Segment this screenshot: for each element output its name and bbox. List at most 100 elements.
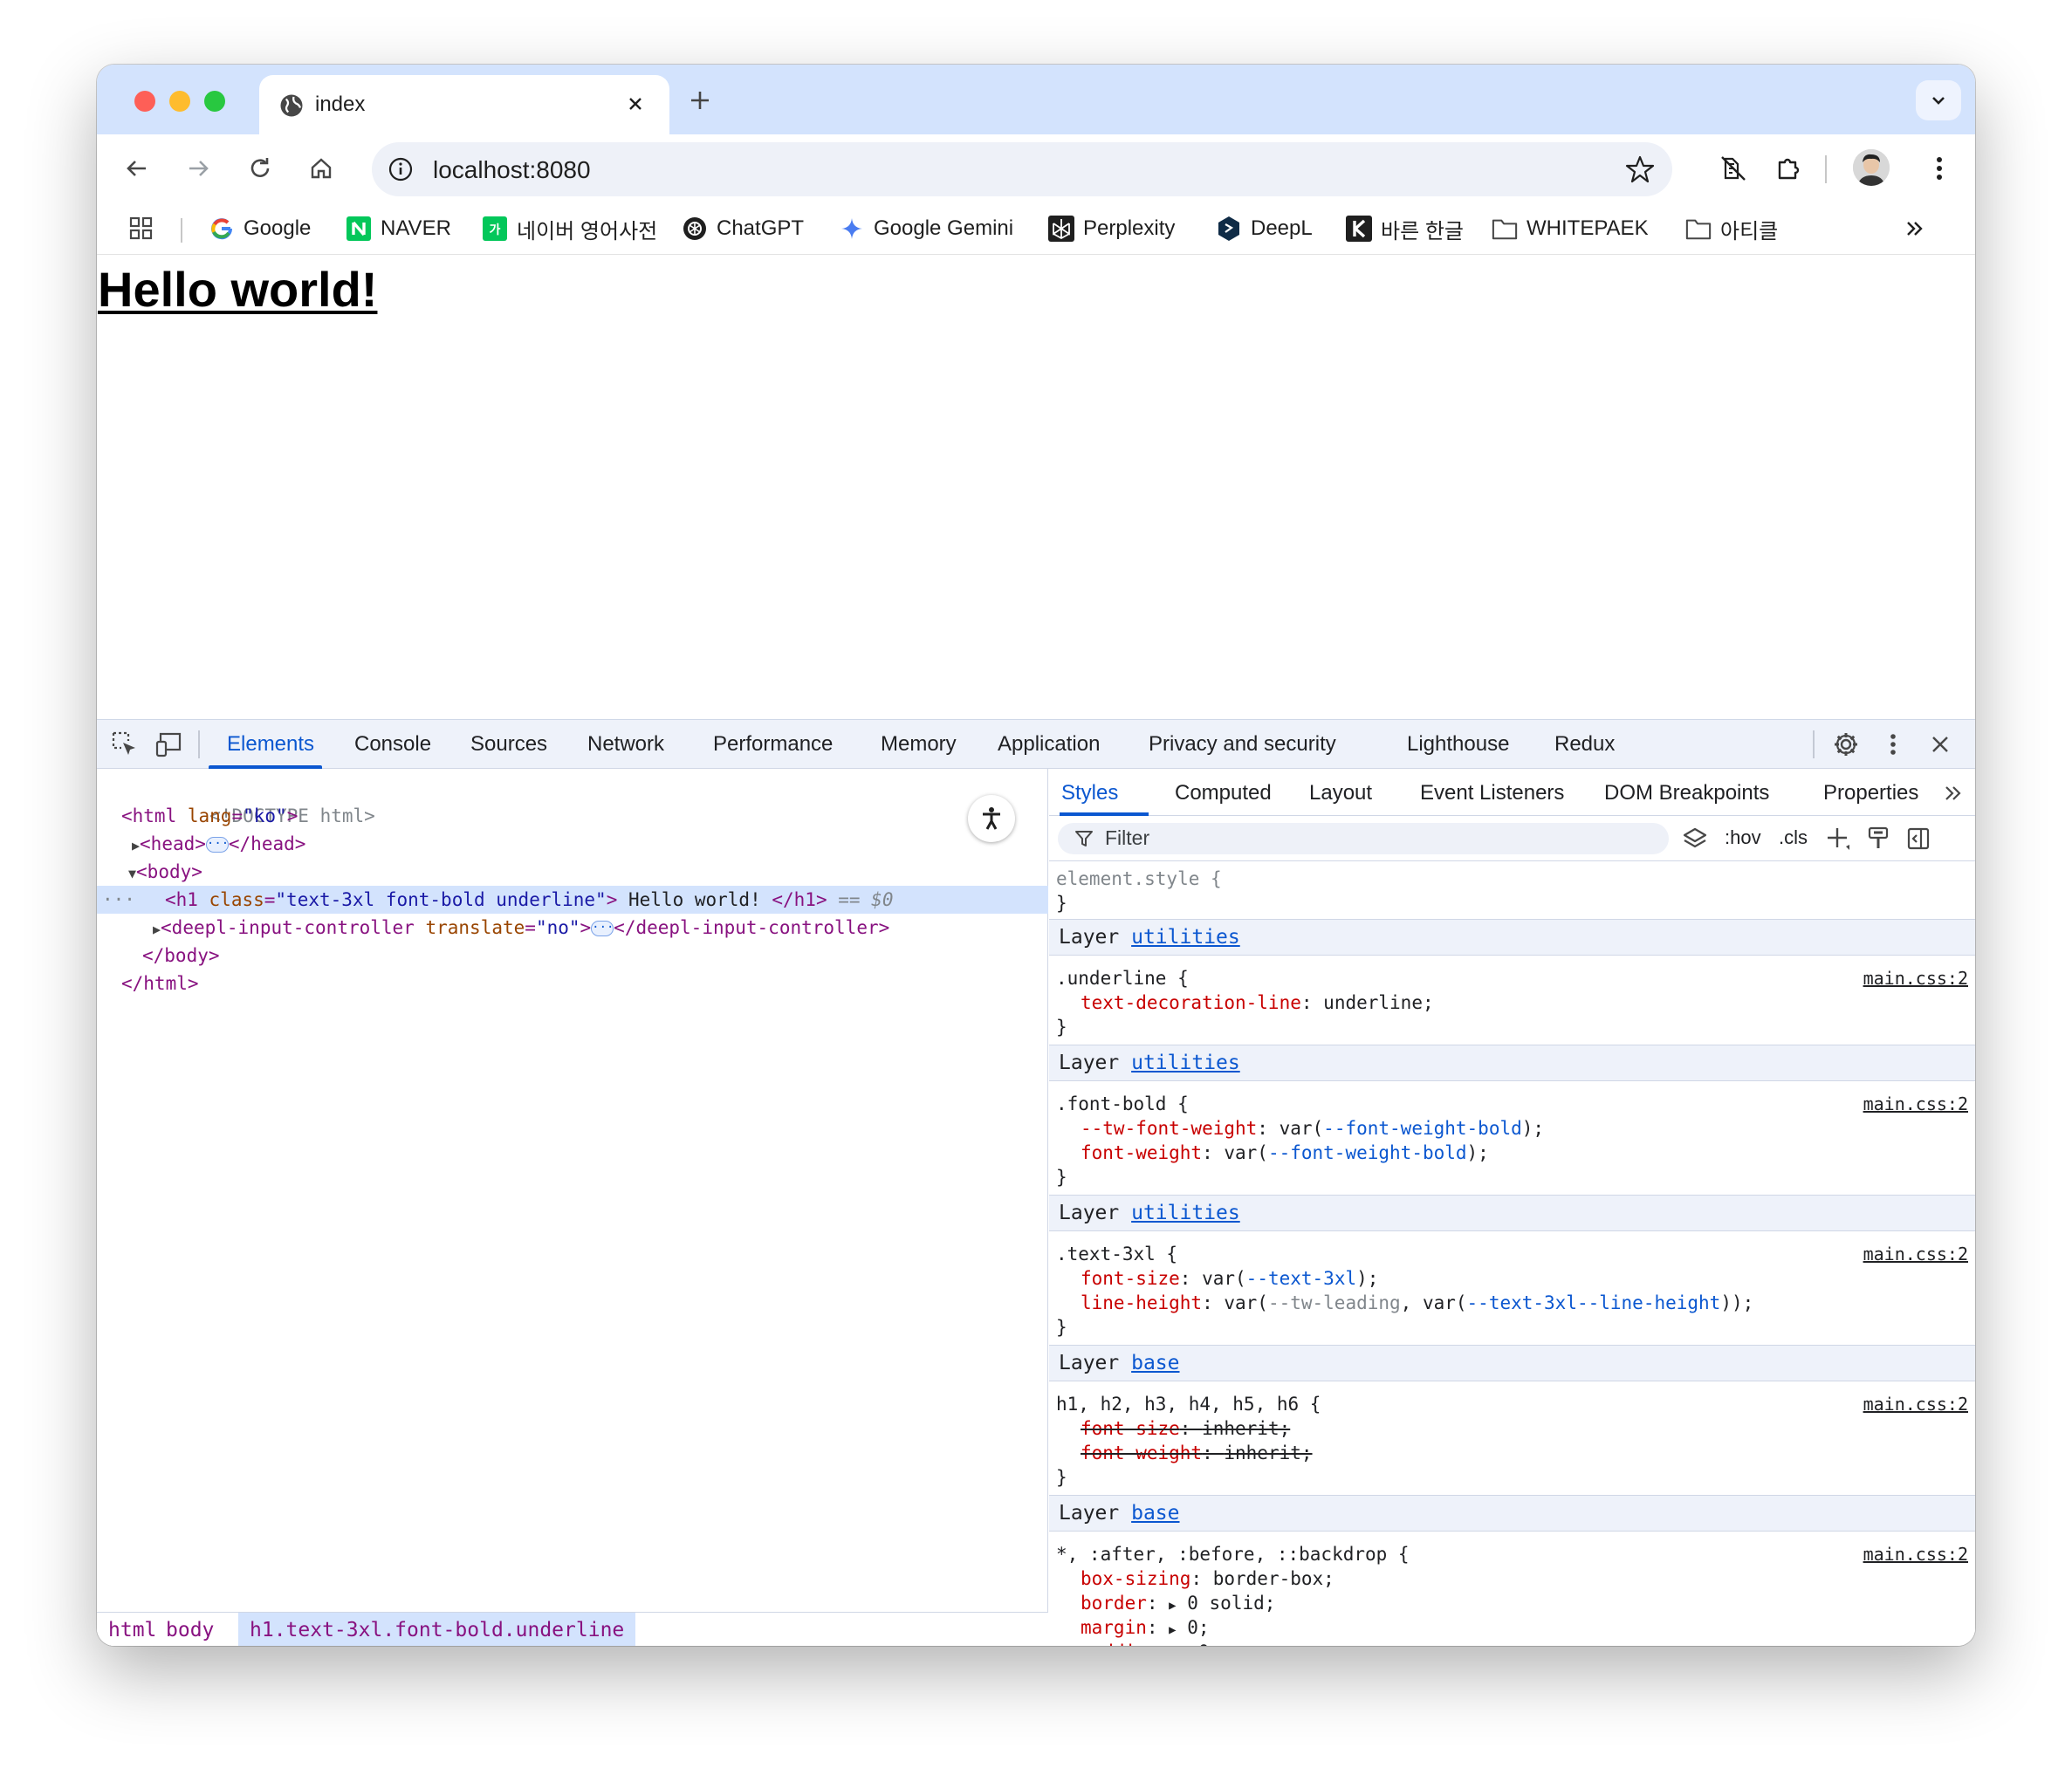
tab-computed[interactable]: Computed [1175,781,1272,805]
css-declaration-overridden[interactable]: font-weight: inherit; [1049,1439,1975,1463]
toggle-sidebar-button[interactable] [1903,823,1934,854]
element-style-selector[interactable]: element.style { [1049,865,1975,889]
css-variable[interactable]: --text-3xl--line-height [1467,1292,1721,1313]
tab-search-button[interactable] [1916,80,1961,120]
styles-filter-input[interactable]: Filter [1058,823,1669,854]
class-toggle[interactable]: .cls [1779,826,1808,849]
window-close-button[interactable] [134,91,155,112]
new-style-rule-button[interactable] [1822,823,1854,854]
star-icon[interactable] [1623,153,1657,186]
css-declaration[interactable]: --tw-font-weight: var(--font-weight-bold… [1049,1114,1975,1139]
expand-triangle-icon[interactable]: ▶ [153,922,161,937]
rule-selector[interactable]: h1, h2, h3, h4, h5, h6 {main.css:2 [1049,1390,1975,1415]
bookmark-naver[interactable]: NAVER [346,211,451,246]
tab-dom-breakpoints[interactable]: DOM Breakpoints [1604,781,1769,805]
dom-node-body[interactable]: ▼<body> [97,858,1048,886]
reload-button[interactable] [240,148,280,188]
accessibility-tree-toggle[interactable] [968,795,1015,842]
css-variable[interactable]: --font-weight-bold [1323,1118,1522,1139]
browser-menu-button[interactable] [1919,148,1959,188]
breadcrumb-body[interactable]: body [154,1613,225,1646]
tab-sources[interactable]: Sources [470,732,547,757]
address-bar[interactable]: localhost:8080 [372,142,1672,196]
css-declaration-overridden[interactable]: font-size: inherit; [1049,1415,1975,1439]
apps-button[interactable] [128,211,154,246]
dom-node-doctype[interactable]: <!DOCTYPE html> [97,774,1048,826]
bookmark-perplexity[interactable]: Perplexity [1048,211,1175,246]
collapsed-children-button[interactable]: ··· [591,921,614,936]
expand-shorthand-icon[interactable]: ▶ [1169,1599,1176,1613]
rule-selector[interactable]: .underline {main.css:2 [1049,964,1975,989]
css-declaration[interactable]: text-decoration-line: underline; [1049,989,1975,1013]
tab-properties[interactable]: Properties [1823,781,1918,805]
tab-application[interactable]: Application [998,732,1100,757]
forward-button[interactable] [179,148,219,188]
new-tab-button[interactable] [683,84,717,117]
collapsed-children-button[interactable]: ··· [205,837,229,853]
layer-link[interactable]: utilities [1131,926,1240,949]
tab-lighthouse[interactable]: Lighthouse [1407,732,1509,757]
rule-selector[interactable]: *, :after, :before, ::backdrop {main.css… [1049,1540,1975,1565]
breadcrumb-h1[interactable]: h1.text-3xl.font-bold.underline [238,1613,636,1646]
layer-link[interactable]: base [1131,1352,1179,1374]
dom-node-head[interactable]: ▶<head>···</head> [97,830,1048,858]
tab-performance[interactable]: Performance [713,732,833,757]
dom-node-body-close[interactable]: </body> [97,942,1048,970]
double-chevron-right-icon[interactable] [1943,783,1964,804]
dom-node-deepl-input-controller[interactable]: ▶<deepl-input-controller translate="no">… [97,914,1048,942]
layer-link[interactable]: utilities [1131,1202,1240,1224]
info-icon[interactable] [386,154,415,184]
tab-elements[interactable]: Elements [227,732,314,757]
tab-redux[interactable]: Redux [1554,732,1615,757]
avatar[interactable] [1853,149,1890,186]
dom-node-h1-selected[interactable]: ··· <h1 class="text-3xl font-bold underli… [97,886,1048,914]
rule-selector[interactable]: .text-3xl {main.css:2 [1049,1240,1975,1264]
url-text[interactable]: localhost:8080 [433,156,591,184]
css-variable-unset[interactable]: --tw-leading [1268,1292,1401,1313]
back-button[interactable] [116,148,156,188]
tab-event-listeners[interactable]: Event Listeners [1420,781,1564,805]
bookmark-folder-articles[interactable]: 아티클 [1685,211,1778,246]
devtools-settings-button[interactable] [1830,729,1862,760]
css-declaration[interactable]: font-weight: var(--font-weight-bold); [1049,1139,1975,1163]
extension-button[interactable] [1713,148,1753,188]
expand-shorthand-icon[interactable]: ▶ [1169,1623,1176,1637]
bookmark-google-gemini[interactable]: Google Gemini [839,211,1013,246]
tab-console[interactable]: Console [354,732,431,757]
css-declaration[interactable]: font-size: var(--text-3xl); [1049,1264,1975,1289]
row-menu-icon[interactable]: ··· [97,889,135,910]
css-declaration[interactable]: box-sizing: border-box; [1049,1565,1975,1589]
bookmark-deepl[interactable]: DeepL [1216,211,1313,246]
dom-node-html-close[interactable]: </html> [97,970,1048,997]
tab-memory[interactable]: Memory [881,732,957,757]
dom-node-html[interactable]: <html lang="ko"> [97,802,1048,830]
home-button[interactable] [301,148,341,188]
tab-privacy-and-security[interactable]: Privacy and security [1149,732,1336,757]
tab-styles[interactable]: Styles [1061,781,1118,805]
bookmark-folder-whitepaek[interactable]: WHITEPAEK [1492,211,1649,246]
devtools-menu-button[interactable] [1877,729,1909,760]
bookmark-naver-dictionary[interactable]: 가 네이버 영어사전 [482,211,657,246]
bookmark-chatgpt[interactable]: ChatGPT [682,211,804,246]
css-declaration[interactable]: line-height: var(--tw-leading, var(--tex… [1049,1289,1975,1313]
inspect-element-button[interactable] [109,729,141,760]
bookmark-bareun-hangul[interactable]: 바른 한글 [1346,211,1464,246]
css-declaration[interactable]: margin: ▶ 0; [1049,1614,1975,1638]
css-variable[interactable]: --font-weight-bold [1268,1142,1467,1163]
window-zoom-button[interactable] [204,91,225,112]
expand-triangle-icon[interactable]: ▶ [132,838,140,853]
css-declaration[interactable]: border: ▶ 0 solid; [1049,1589,1975,1614]
more-bookmarks-button[interactable] [1904,211,1926,246]
close-tab-button[interactable] [621,89,650,119]
css-variable[interactable]: --text-3xl [1246,1268,1356,1289]
paint-brush-button[interactable] [1863,823,1894,854]
collapse-triangle-icon[interactable]: ▼ [128,866,136,881]
layer-link[interactable]: utilities [1131,1052,1240,1074]
browser-tab[interactable]: index [259,75,669,134]
layers-button[interactable] [1679,823,1711,854]
css-declaration[interactable]: padding: ▶ 0; [1049,1638,1975,1646]
extensions-menu-button[interactable] [1769,148,1809,188]
device-toolbar-button[interactable] [154,729,186,760]
rule-selector[interactable]: .font-bold {main.css:2 [1049,1090,1975,1114]
tab-layout[interactable]: Layout [1309,781,1372,805]
